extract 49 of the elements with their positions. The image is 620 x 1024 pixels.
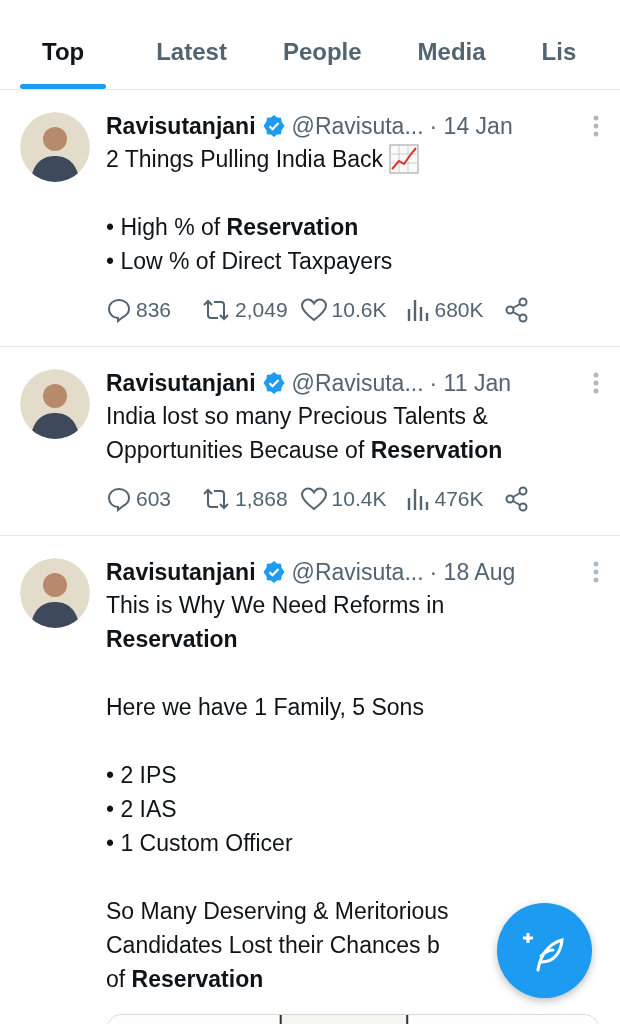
post-text: • 2 IPS — [106, 761, 177, 790]
post-text: Here we have 1 Family, 5 Sons — [106, 693, 424, 722]
post-text: • 2 IAS — [106, 795, 177, 824]
post-date[interactable]: · 18 Aug — [429, 558, 516, 586]
share-icon[interactable] — [503, 297, 530, 323]
replies-count: 836 — [136, 298, 172, 322]
post-text: This is Why We Need Reforms in — [106, 591, 445, 620]
post-text: Candidates Lost their Chances b — [106, 931, 440, 960]
avatar[interactable] — [20, 112, 90, 182]
avatar[interactable] — [20, 369, 90, 439]
reposts-count: 2,049 — [235, 298, 288, 322]
author-name[interactable]: Ravisutanjani — [106, 112, 256, 140]
author-handle[interactable]: @Ravisuta... — [291, 369, 424, 397]
heart-icon[interactable] — [299, 297, 328, 323]
author-name[interactable]: Ravisutanjani — [106, 369, 256, 397]
post-text: Reservation — [106, 625, 238, 654]
author-handle[interactable]: @Ravisuta... — [291, 558, 424, 586]
post-date[interactable]: · 11 Jan — [429, 369, 511, 397]
chart-icon — [389, 144, 420, 174]
post-text: So Many Deserving & Meritorious — [106, 897, 449, 926]
tab[interactable]: Latest — [156, 0, 227, 89]
likes-count: 10.4K — [331, 487, 387, 511]
author-handle[interactable]: @Ravisuta... — [291, 112, 424, 140]
views-count: 476K — [434, 487, 484, 511]
post-text: of Reservation — [106, 965, 264, 994]
tab[interactable]: People — [282, 0, 362, 89]
likes-count: 10.6K — [331, 298, 387, 322]
replies-count: 603 — [136, 487, 172, 511]
tab[interactable]: Media — [417, 0, 486, 89]
post-text: • Low % of Direct Taxpayers — [106, 247, 393, 276]
post-text: • High % of Reservation — [106, 213, 359, 242]
reply-icon[interactable] — [106, 297, 132, 323]
repost-icon[interactable] — [201, 486, 232, 512]
post-text: Opportunities Because of Reservation — [106, 436, 503, 465]
reposts-count: 1,868 — [235, 487, 288, 511]
views-count: 680K — [434, 298, 484, 322]
tab[interactable]: Lis — [541, 0, 577, 89]
post-text: 2 Things Pulling India Back — [106, 145, 384, 174]
author-name[interactable]: Ravisutanjani — [106, 558, 256, 586]
reply-icon[interactable] — [106, 486, 132, 512]
post-text: • 1 Custom Officer — [106, 829, 293, 858]
avatar[interactable] — [20, 558, 90, 628]
tab[interactable]: Top — [20, 0, 107, 89]
post-text: India lost so many Precious Talents & — [106, 402, 488, 431]
heart-icon[interactable] — [299, 486, 328, 512]
share-icon[interactable] — [503, 486, 530, 512]
post-date[interactable]: · 14 Jan — [429, 112, 513, 140]
repost-icon[interactable] — [201, 297, 232, 323]
compose-button[interactable] — [497, 903, 592, 998]
